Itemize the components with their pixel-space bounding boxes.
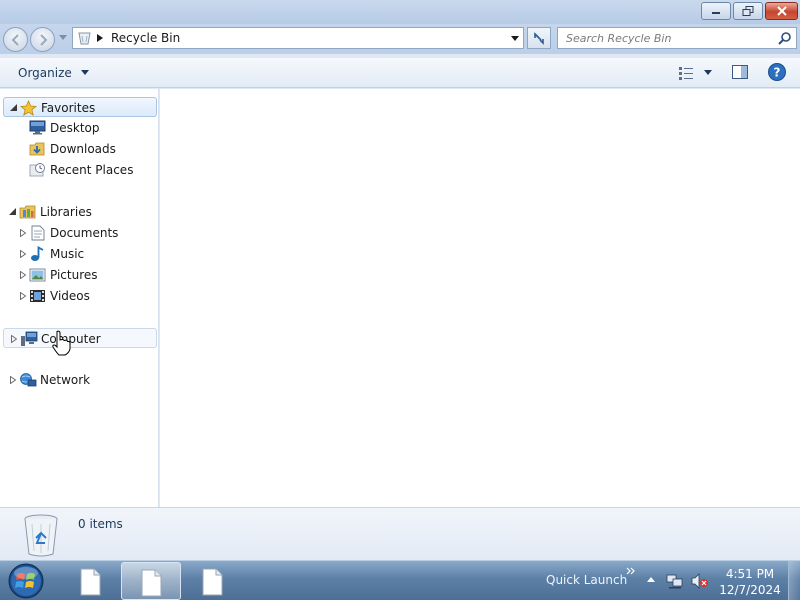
expand-triangle-icon[interactable] (10, 376, 16, 384)
quick-launch-toolbar[interactable]: Quick Launch (546, 573, 627, 587)
search-input[interactable] (558, 28, 768, 48)
back-arrow-icon (11, 34, 19, 46)
organize-label: Organize (18, 66, 72, 80)
show-desktop-button[interactable] (788, 561, 800, 600)
computer-icon (21, 331, 38, 346)
recycle-bin-large-icon (24, 514, 58, 557)
tree-computer[interactable]: Computer (3, 328, 157, 348)
navigation-pane: Favorites Desktop Downloads Recent Place… (0, 89, 159, 507)
expand-triangle-icon[interactable] (20, 271, 26, 279)
preview-pane-button[interactable] (731, 64, 751, 82)
forward-button[interactable] (30, 27, 55, 52)
recycle-bin-icon (78, 32, 91, 45)
show-hidden-icons-icon[interactable] (647, 577, 655, 582)
details-pane: 0 items (0, 507, 800, 560)
restore-icon (742, 6, 754, 16)
breadcrumb-recycle-bin[interactable]: Recycle Bin (111, 31, 180, 45)
view-options-icon (679, 67, 693, 80)
taskbar-item-3[interactable] (183, 562, 243, 600)
favorites-label: Favorites (41, 101, 96, 115)
taskbar-item-2-active[interactable] (121, 562, 181, 600)
documents-label: Documents (50, 226, 119, 240)
music-label: Music (50, 247, 85, 261)
desktop-label: Desktop (50, 121, 100, 135)
tree-favorites[interactable]: Favorites (3, 97, 157, 117)
navigation-bar: Recycle Bin (0, 24, 800, 54)
svg-text:?: ? (774, 66, 781, 80)
close-icon (776, 6, 787, 16)
volume-muted-icon[interactable] (691, 573, 709, 589)
network-label: Network (40, 373, 91, 387)
back-button[interactable] (3, 27, 28, 52)
minimize-button[interactable] (701, 2, 731, 20)
tree-item-desktop[interactable]: Desktop (3, 118, 157, 138)
collapse-triangle-icon[interactable] (10, 104, 17, 111)
recent-places-icon (29, 163, 45, 177)
tree-item-recent-places[interactable]: Recent Places (3, 160, 157, 180)
address-dropdown-icon[interactable] (511, 36, 519, 41)
help-icon: ? (768, 63, 786, 81)
expand-triangle-icon[interactable] (20, 292, 26, 300)
recent-places-label: Recent Places (50, 163, 134, 177)
tree-item-music[interactable]: Music (3, 244, 157, 264)
help-button[interactable]: ? (767, 62, 787, 82)
network-icon (20, 373, 37, 387)
refresh-icon (534, 32, 544, 45)
expand-triangle-icon[interactable] (20, 250, 26, 258)
views-dropdown-icon (704, 70, 712, 75)
expand-triangle-icon[interactable] (20, 229, 26, 237)
tree-item-documents[interactable]: Documents (3, 223, 157, 243)
taskbar: Quick Launch 4:51 PM 12/7/2024 (0, 560, 800, 600)
preview-pane-icon (732, 65, 748, 79)
videos-icon (30, 290, 45, 302)
document-icon (141, 569, 162, 597)
star-icon (20, 100, 37, 116)
refresh-button[interactable] (527, 27, 551, 49)
clock-time: 4:51 PM (725, 567, 775, 581)
tree-item-pictures[interactable]: Pictures (3, 265, 157, 285)
collapse-triangle-icon[interactable] (9, 208, 16, 215)
file-list-area[interactable] (160, 89, 800, 507)
restore-button[interactable] (733, 2, 763, 20)
libraries-icon (19, 205, 36, 219)
command-bar: Organize ? (0, 58, 800, 88)
item-count: 0 items (78, 517, 123, 531)
expand-triangle-icon[interactable] (11, 335, 17, 343)
document-icon (202, 568, 223, 596)
double-chevron-icon[interactable] (626, 567, 636, 575)
music-icon (31, 246, 44, 261)
close-button[interactable] (765, 2, 798, 20)
taskbar-item-1[interactable] (61, 562, 121, 600)
forward-arrow-icon (39, 34, 47, 46)
change-view-button[interactable] (676, 64, 716, 82)
breadcrumb-chevron-icon[interactable] (97, 34, 103, 42)
search-icon[interactable] (778, 31, 792, 45)
tree-item-videos[interactable]: Videos (3, 286, 157, 306)
chevron-down-icon (80, 70, 89, 75)
pictures-label: Pictures (50, 268, 98, 282)
start-button[interactable] (6, 562, 46, 600)
hand-cursor-icon (52, 330, 71, 356)
minimize-icon (712, 12, 720, 14)
libraries-label: Libraries (40, 205, 92, 219)
pictures-icon (29, 268, 46, 282)
recent-pages-dropdown-icon[interactable] (59, 35, 67, 40)
desktop-icon (29, 120, 46, 135)
organize-menu-button[interactable]: Organize (12, 64, 95, 82)
document-icon (80, 568, 101, 596)
documents-icon (31, 225, 45, 241)
system-clock[interactable]: 4:51 PM 12/7/2024 (712, 566, 788, 598)
downloads-icon (29, 142, 45, 156)
tree-network[interactable]: Network (3, 370, 157, 390)
downloads-label: Downloads (50, 142, 116, 156)
title-bar[interactable] (0, 0, 800, 24)
network-status-icon[interactable] (666, 573, 684, 589)
tree-item-downloads[interactable]: Downloads (3, 139, 157, 159)
tree-libraries[interactable]: Libraries (3, 202, 157, 222)
clock-date: 12/7/2024 (719, 583, 781, 597)
address-bar[interactable]: Recycle Bin (72, 27, 524, 49)
search-box[interactable] (557, 27, 797, 49)
videos-label: Videos (50, 289, 90, 303)
